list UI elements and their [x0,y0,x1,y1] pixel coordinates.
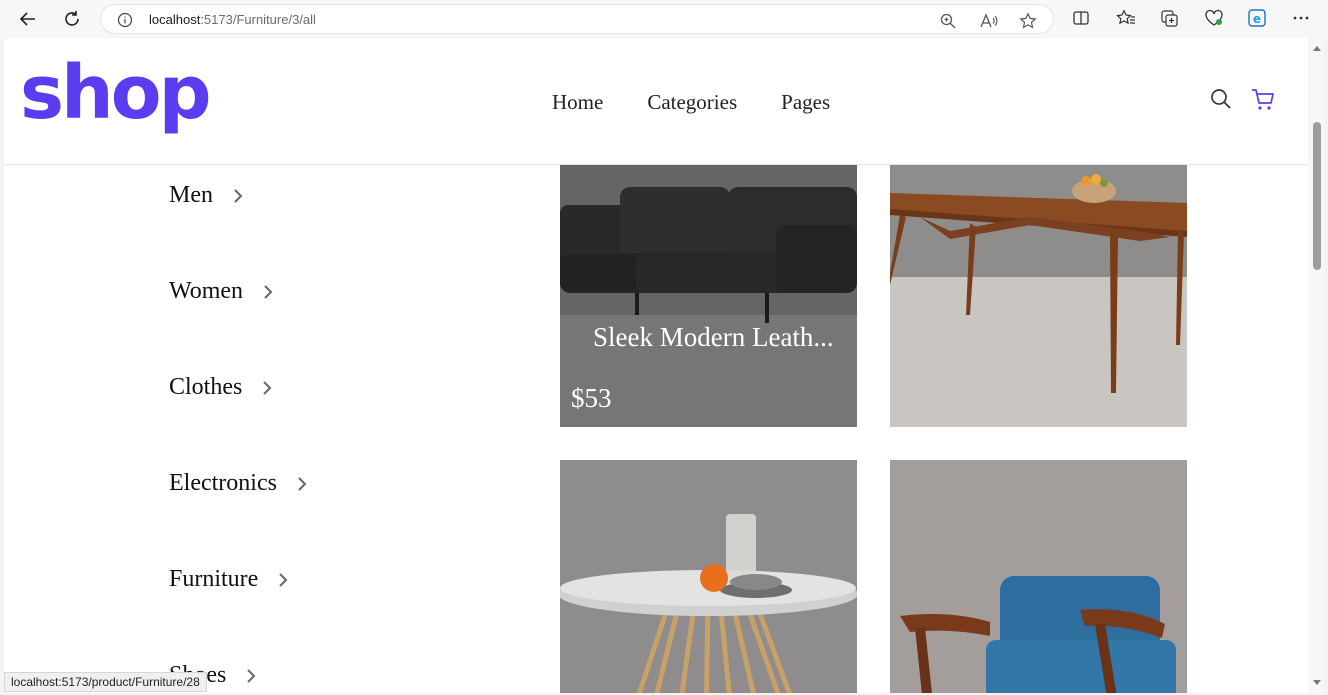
category-label: Furniture [169,566,259,592]
url-text: localhost:5173/Furniture/3/all [149,12,316,27]
scrollbar-thumb[interactable] [1313,122,1321,270]
product-image-table [890,165,1187,427]
chevron-right-icon [279,572,288,587]
browser-toolbar: localhost:5173/Furniture/3/all e [0,0,1328,38]
product-card[interactable]: Sleek Modern Leath... $53 [560,165,857,427]
chevron-right-icon [264,284,273,299]
scroll-down-arrow-icon[interactable] [1313,680,1321,685]
main-nav: Home Categories Pages [552,90,830,115]
collections-icon[interactable] [1160,9,1180,29]
address-bar[interactable]: localhost:5173/Furniture/3/all [100,4,1054,34]
more-options-icon[interactable] [1292,9,1312,29]
split-screen-icon[interactable] [1072,9,1092,29]
chevron-right-icon [247,668,256,683]
chevron-right-icon [298,476,307,491]
scroll-up-arrow-icon[interactable] [1313,46,1321,51]
zoom-icon[interactable] [939,12,957,29]
product-image-armchair [890,460,1187,693]
category-women[interactable]: Women [169,278,275,305]
site-info-icon[interactable] [117,12,133,33]
product-price: $53 [571,383,612,413]
cart-icon[interactable] [1251,88,1275,117]
chevron-right-icon [263,380,272,395]
category-label: Electronics [169,470,277,496]
category-electronics[interactable]: Electronics [169,470,309,497]
site-header: shop Home Categories Pages [4,38,1308,165]
refresh-icon[interactable] [59,6,85,32]
category-label: Men [169,182,213,208]
product-card[interactable] [890,165,1187,427]
product-card[interactable] [560,460,857,693]
search-icon[interactable] [1210,88,1232,115]
nav-home[interactable]: Home [552,90,603,115]
favorites-icon[interactable] [1116,9,1136,29]
chevron-right-icon [234,188,243,203]
nav-pages[interactable]: Pages [781,90,830,115]
favorite-star-icon[interactable] [1019,12,1037,29]
browser-essentials-icon[interactable] [1204,9,1224,29]
nav-categories[interactable]: Categories [647,90,737,115]
product-image-round-table [560,460,857,693]
category-men[interactable]: Men [169,182,245,209]
category-label: Women [169,278,244,304]
edge-extension-icon[interactable]: e [1248,9,1268,29]
back-icon[interactable] [15,6,41,32]
product-card[interactable] [890,460,1187,693]
link-status-bar: localhost:5173/product/Furniture/28 [4,672,207,692]
url-path: :5173/Furniture/3/all [200,12,316,27]
product-title: Sleek Modern Leath... [593,322,834,352]
category-label: Clothes [169,374,243,400]
shop-logo[interactable]: shop [20,56,212,130]
page-scrollbar[interactable] [1308,38,1324,693]
read-aloud-icon[interactable] [979,12,998,28]
page-viewport: shop Home Categories Pages Men Women Clo… [4,38,1324,693]
url-host: localhost [149,12,201,27]
category-furniture[interactable]: Furniture [169,566,290,593]
category-clothes[interactable]: Clothes [169,374,274,401]
svg-text:e: e [1253,12,1261,26]
